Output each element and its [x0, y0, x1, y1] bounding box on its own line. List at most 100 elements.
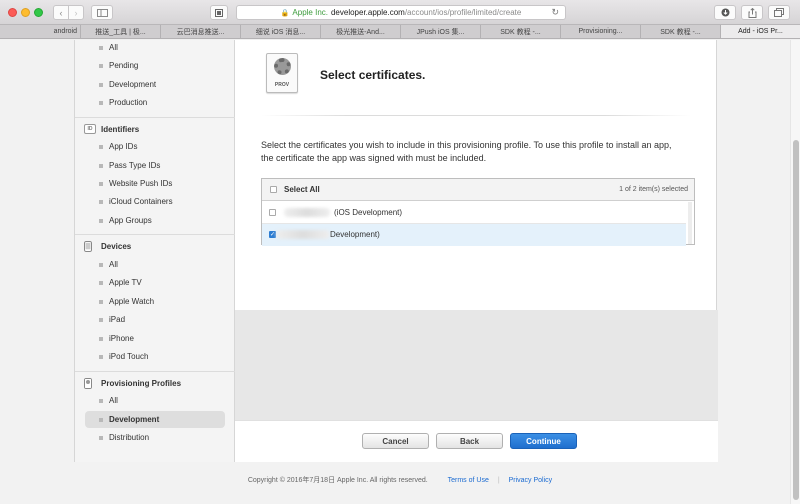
sidebar-item-devices-all[interactable]: All: [99, 258, 118, 271]
sidebar-item-app-ids[interactable]: App IDs: [99, 140, 137, 153]
bullet-icon: [99, 144, 103, 149]
browser-tab[interactable]: 推送_工具 | 极...: [80, 25, 160, 38]
bullet-icon: [99, 280, 103, 285]
select-all-label[interactable]: Select All: [284, 185, 320, 194]
sidebar-heading-provisioning-profiles[interactable]: Provisioning Profiles: [84, 376, 181, 390]
sidebar-item-distribution[interactable]: Distribution: [99, 431, 149, 444]
sidebar-icon: [96, 8, 108, 17]
bullet-icon: [99, 336, 103, 341]
sidebar-item-label: Apple TV: [109, 278, 142, 287]
tab-bar: android 推送_工具 | 极... 云巴消息推送... 细说 iOS 消息…: [0, 25, 800, 39]
sidebar-heading-label: Devices: [101, 241, 132, 251]
sidebar-item-pending[interactable]: Pending: [99, 59, 138, 72]
back-button-form[interactable]: Back: [436, 433, 503, 449]
bullet-icon: [99, 354, 103, 359]
sidebar-item-label: App Groups: [109, 216, 152, 225]
sidebar-item-app-groups[interactable]: App Groups: [99, 214, 152, 227]
reload-icon[interactable]: ↻: [551, 7, 559, 18]
terms-of-use-link[interactable]: Terms of Use: [448, 477, 489, 484]
page-scrollbar[interactable]: [790, 40, 800, 504]
certificate-checkbox[interactable]: [269, 209, 276, 216]
bullet-icon: [99, 262, 103, 267]
browser-tab[interactable]: android: [0, 25, 80, 38]
browser-toolbar: ‹ › 🔒 Apple Inc. developer.apple.com/acc…: [0, 0, 800, 25]
sidebar-item-apple-tv[interactable]: Apple TV: [99, 276, 142, 289]
sidebar-item-pass-type-ids[interactable]: Pass Type IDs: [99, 159, 160, 172]
sidebar-heading-identifiers[interactable]: ID Identifiers: [84, 122, 139, 136]
sidebar-item-label: Website Push IDs: [109, 179, 173, 188]
reader-button[interactable]: [210, 5, 228, 20]
browser-tab[interactable]: 云巴消息推送...: [160, 25, 240, 38]
show-sidebar-button[interactable]: [91, 5, 113, 20]
sidebar-item-label: Development: [109, 80, 157, 89]
cancel-button[interactable]: Cancel: [362, 433, 429, 449]
forward-button[interactable]: ›: [68, 5, 84, 20]
sidebar-item-label: iPhone: [109, 334, 134, 343]
bullet-icon: [99, 100, 103, 105]
sidebar-item-website-push-ids[interactable]: Website Push IDs: [99, 177, 172, 190]
sidebar-heading-label: Provisioning Profiles: [101, 378, 182, 388]
zoom-window-button[interactable]: [34, 8, 43, 17]
select-all-checkbox[interactable]: [270, 186, 277, 193]
browser-tab[interactable]: SDK 教程 -...: [640, 25, 720, 38]
tabs-icon: [774, 8, 784, 17]
downloads-button[interactable]: [714, 5, 736, 20]
sidebar: All Pending Development Production ID Ide…: [75, 40, 235, 462]
sidebar-item-apple-watch[interactable]: Apple Watch: [99, 295, 154, 308]
sidebar-item-icloud-containers[interactable]: iCloud Containers: [99, 195, 173, 208]
close-window-button[interactable]: [8, 8, 17, 17]
page-title: Select certificates.: [320, 68, 426, 82]
content-spacer: [235, 310, 718, 420]
redacted-name: [276, 230, 330, 239]
button-bar: Cancel Back Continue: [235, 420, 718, 462]
browser-tab[interactable]: Provisioning...: [560, 25, 640, 38]
bullet-icon: [99, 435, 103, 440]
address-bar[interactable]: 🔒 Apple Inc. developer.apple.com/account…: [236, 5, 566, 20]
sidebar-item-label: All: [109, 43, 118, 52]
sidebar-item-cert-development[interactable]: Development: [99, 78, 156, 91]
bullet-icon: [99, 45, 103, 50]
certificate-checkbox-checked[interactable]: ✓: [269, 231, 276, 238]
sidebar-item-profiles-all[interactable]: All: [99, 394, 118, 407]
sidebar-item-label: Development: [109, 415, 160, 424]
bullet-icon: [99, 218, 103, 223]
scrollbar-thumb[interactable]: [793, 140, 799, 500]
sidebar-heading-label: Identifiers: [101, 124, 140, 134]
certificate-name: (iOS Development): [334, 208, 403, 217]
browser-tab[interactable]: SDK 教程 -...: [480, 25, 560, 38]
show-all-tabs-button[interactable]: [768, 5, 790, 20]
provisioning-profile-icon: PROV: [266, 53, 298, 93]
share-button[interactable]: [741, 5, 763, 20]
url-host: developer.apple.com: [330, 8, 405, 17]
table-row[interactable]: (iOS Development): [262, 202, 686, 224]
browser-tab[interactable]: JPush iOS 集...: [400, 25, 480, 38]
sidebar-item-label: App IDs: [109, 142, 138, 151]
continue-button[interactable]: Continue: [510, 433, 577, 449]
minimize-window-button[interactable]: [21, 8, 30, 17]
chevron-right-icon: ›: [74, 7, 78, 18]
table-row-selected[interactable]: ✓ Development): [262, 224, 686, 246]
back-button[interactable]: ‹: [53, 5, 69, 20]
browser-tab-active[interactable]: Add - iOS Pr...: [720, 25, 800, 38]
sidebar-item-production[interactable]: Production: [99, 96, 147, 109]
sidebar-item-label: Apple Watch: [109, 297, 155, 306]
browser-tab[interactable]: 细说 iOS 消息...: [240, 25, 320, 38]
sidebar-item-ipad[interactable]: iPad: [99, 313, 125, 326]
sidebar-heading-devices[interactable]: Devices: [84, 239, 131, 253]
sidebar-item-certificates-all[interactable]: All: [99, 41, 118, 54]
sidebar-item-ipod-touch[interactable]: iPod Touch: [99, 350, 148, 363]
bullet-icon: [99, 181, 103, 186]
browser-tab[interactable]: 极光推送-And...: [320, 25, 400, 38]
sidebar-item-label: Distribution: [109, 433, 150, 442]
divider: [261, 115, 691, 116]
bullet-icon: [99, 199, 103, 204]
lock-icon: 🔒: [280, 9, 290, 17]
bullet-icon: [99, 398, 103, 403]
bullet-icon: [99, 299, 103, 304]
gear-icon: [274, 58, 291, 75]
selection-count: 1 of 2 item(s) selected: [619, 186, 688, 193]
sidebar-item-iphone[interactable]: iPhone: [99, 332, 134, 345]
sidebar-item-profile-development[interactable]: Development: [85, 411, 225, 428]
privacy-policy-link[interactable]: Privacy Policy: [509, 477, 553, 484]
table-scrollbar[interactable]: [688, 202, 692, 244]
